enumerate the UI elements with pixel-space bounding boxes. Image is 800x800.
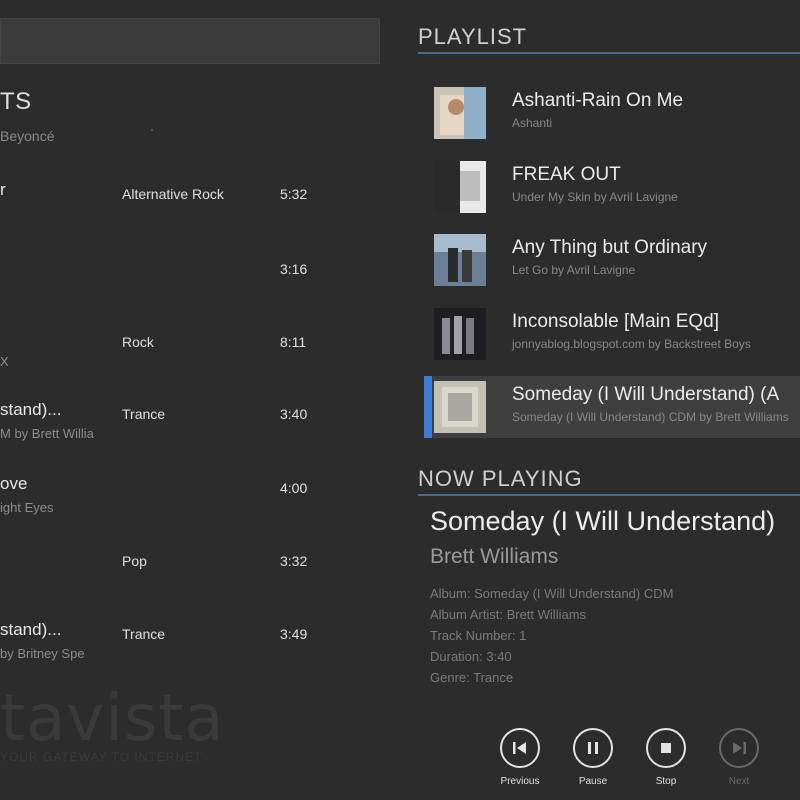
playlist-item[interactable]: Ashanti-Rain On Me Ashanti <box>424 82 800 144</box>
track-duration: 3:16 <box>280 261 308 277</box>
playlist-item-subtitle: Let Go by Avril Lavigne <box>512 263 636 277</box>
playlist-item-title: FREAK OUT <box>512 164 621 185</box>
track-title: ove <box>0 474 28 493</box>
now-playing-genre: Genre: Trance <box>430 670 514 685</box>
track-title: stand)... <box>0 400 62 419</box>
separator-dot: · <box>150 122 154 136</box>
now-playing-track-number: Track Number: 1 <box>430 628 527 643</box>
playlist-item-subtitle: jonnyablog.blogspot.com by Backstreet Bo… <box>512 337 751 351</box>
playlist-item-subtitle: Someday (I Will Understand) CDM by Brett… <box>512 410 789 424</box>
track-subtitle: X <box>0 354 9 369</box>
stop-button[interactable]: Stop <box>636 728 696 787</box>
playlist-item-title: Ashanti-Rain On Me <box>512 90 684 111</box>
track-subtitle: by Britney Spe <box>0 646 85 661</box>
track-row[interactable]: 3:16 <box>0 255 378 315</box>
playlist-item[interactable]: FREAK OUT Under My Skin by Avril Lavigne <box>424 156 800 218</box>
album-art-thumbnail <box>434 308 486 360</box>
track-title: stand)... <box>0 620 62 639</box>
search-input[interactable] <box>0 18 380 64</box>
track-row[interactable]: ove ight Eyes 4:00 <box>0 474 378 534</box>
previous-button[interactable]: Previous <box>490 728 550 787</box>
playlist-item-title: Inconsolable [Main EQd] <box>512 311 720 332</box>
pause-button[interactable]: Pause <box>563 728 623 787</box>
playlist-item-title: Any Thing but Ordinary <box>512 237 708 258</box>
next-icon <box>719 728 759 768</box>
playlist-item-subtitle: Ashanti <box>512 116 553 130</box>
track-duration: 3:49 <box>280 626 308 642</box>
previous-icon <box>500 728 540 768</box>
track-duration: 3:40 <box>280 406 308 422</box>
now-playing-header: NOW PLAYING <box>418 466 583 491</box>
playlist-item-subtitle: Under My Skin by Avril Lavigne <box>512 190 678 204</box>
pause-icon <box>573 728 613 768</box>
playlist-item[interactable]: Inconsolable [Main EQd] jonnyablog.blogs… <box>424 303 800 365</box>
left-section-subtitle: Beyoncé <box>0 128 55 144</box>
watermark-tagline: YOUR GATEWAY TO INTERNET <box>0 750 203 764</box>
playlist-item-selected[interactable]: Someday (I Will Understand) (A Someday (… <box>424 376 800 438</box>
track-row[interactable]: Pop 3:32 <box>0 547 378 607</box>
playlist-header: PLAYLIST <box>418 24 528 49</box>
playlist-item-title: Someday (I Will Understand) (A <box>512 384 780 405</box>
track-genre: Trance <box>122 626 166 642</box>
now-playing-duration: Duration: 3:40 <box>430 649 512 664</box>
left-section-title: TS <box>0 88 32 115</box>
track-genre: Rock <box>122 334 154 350</box>
track-row[interactable]: stand)... M by Brett Willia Trance 3:40 <box>0 400 378 460</box>
track-genre: Alternative Rock <box>122 186 224 202</box>
track-row[interactable]: stand)... by Britney Spe Trance 3:49 <box>0 620 378 680</box>
track-duration: 8:11 <box>280 334 307 350</box>
track-row[interactable]: X Rock 8:11 <box>0 328 378 388</box>
track-duration: 3:32 <box>280 553 308 569</box>
next-button[interactable]: Next <box>709 728 769 787</box>
stop-label: Stop <box>655 776 677 787</box>
now-playing-divider <box>418 494 800 496</box>
track-subtitle: M by Brett Willia <box>0 426 94 441</box>
track-duration: 4:00 <box>280 480 308 496</box>
track-genre: Trance <box>122 406 166 422</box>
now-playing-title: Someday (I Will Understand) <box>430 506 776 536</box>
now-playing-artist: Brett Williams <box>430 545 559 568</box>
album-art-thumbnail <box>434 381 486 433</box>
track-genre: Pop <box>122 553 147 569</box>
track-duration: 5:32 <box>280 186 308 202</box>
track-subtitle: ight Eyes <box>0 500 54 515</box>
playlist-item[interactable]: Any Thing but Ordinary Let Go by Avril L… <box>424 229 800 291</box>
album-art-thumbnail <box>434 87 486 139</box>
track-row[interactable]: r Alternative Rock 5:32 <box>0 180 378 240</box>
playlist-divider <box>418 52 800 54</box>
now-playing-album: Album: Someday (I Will Understand) CDM <box>430 586 674 601</box>
album-art-thumbnail <box>434 234 486 286</box>
now-playing-album-artist: Album Artist: Brett Williams <box>430 607 587 622</box>
watermark-logo: tavista <box>0 682 225 756</box>
track-title: r <box>0 180 6 199</box>
pause-label: Pause <box>578 776 608 787</box>
next-label: Next <box>728 776 750 787</box>
album-art-thumbnail <box>434 161 486 213</box>
selection-indicator <box>424 376 432 438</box>
previous-label: Previous <box>500 776 540 787</box>
stop-icon <box>646 728 686 768</box>
